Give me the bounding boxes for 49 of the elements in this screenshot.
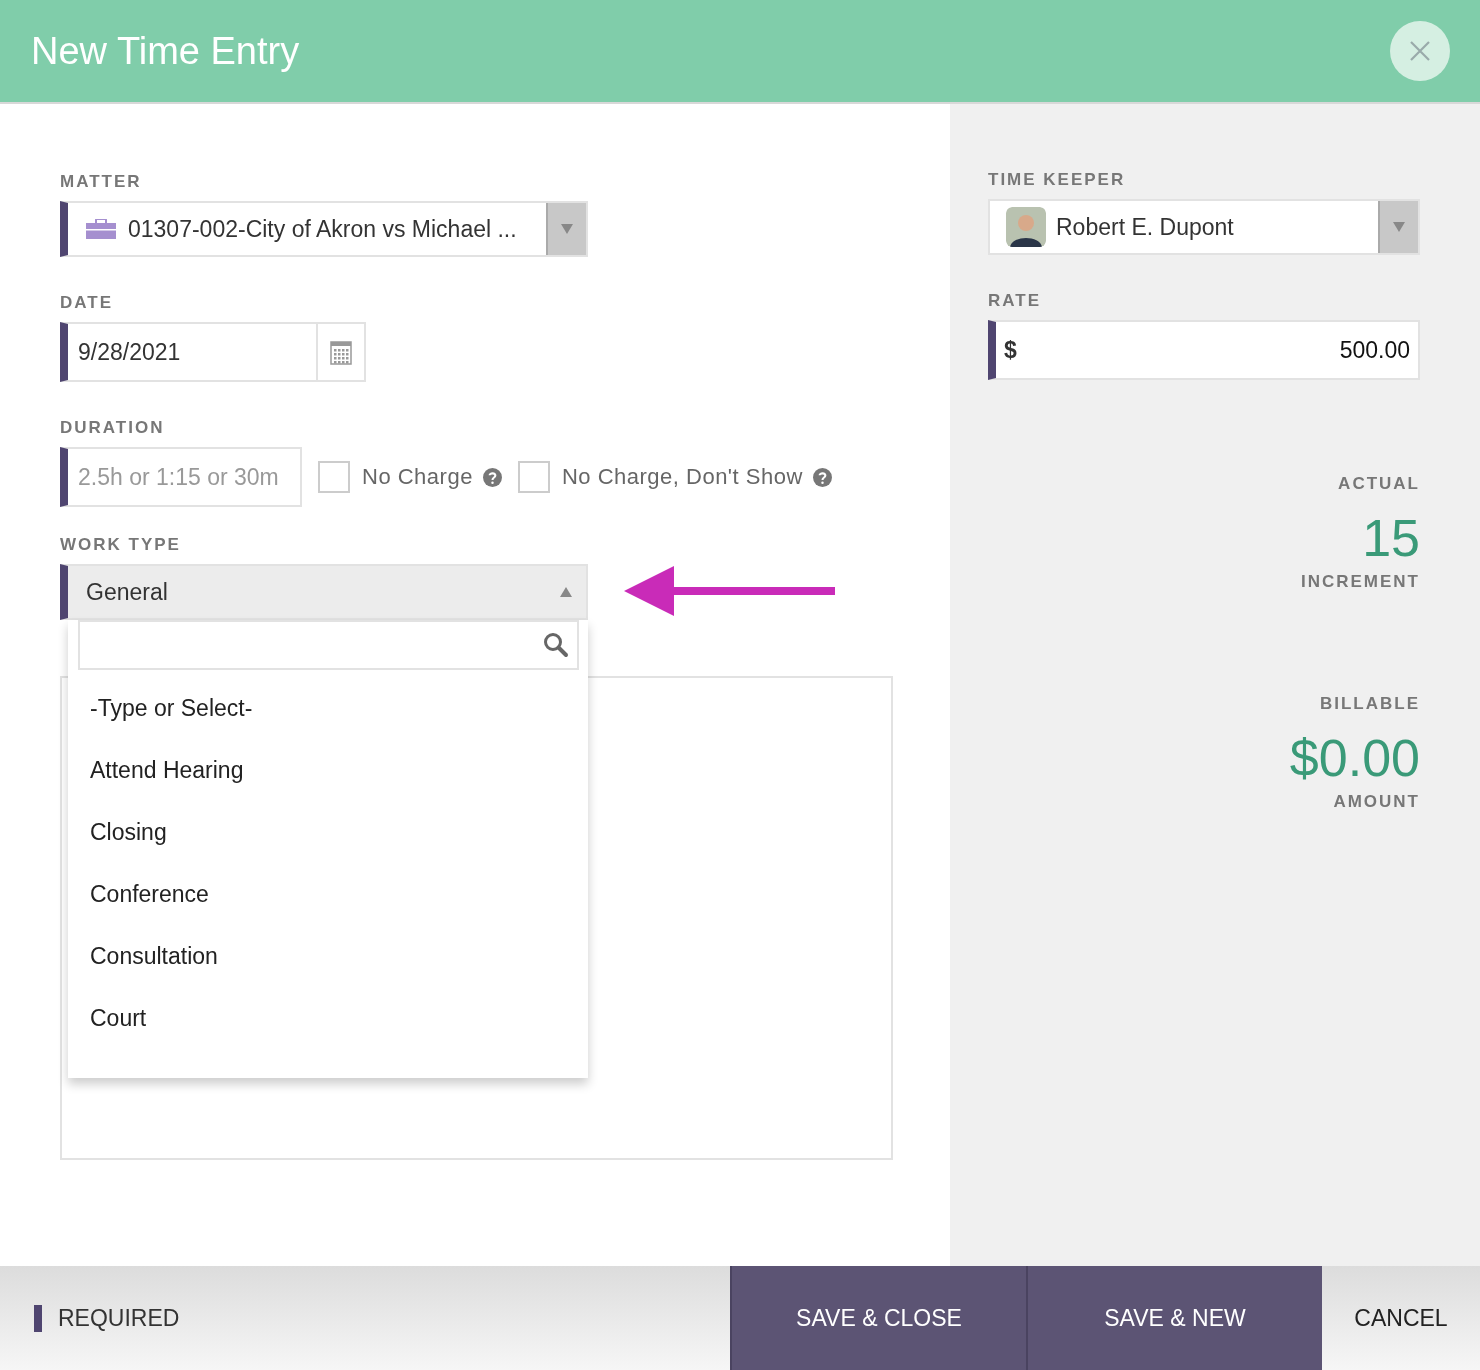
stat-caption: AMOUNT bbox=[1333, 792, 1420, 812]
required-note: REQUIRED bbox=[34, 1304, 180, 1332]
menu-option[interactable]: Court bbox=[68, 992, 588, 1054]
notes-field[interactable] bbox=[60, 676, 893, 1160]
currency-symbol: $ bbox=[1004, 336, 1017, 364]
caret-down-icon bbox=[561, 224, 573, 234]
save-button[interactable]: SAVE & NEW bbox=[1026, 1266, 1322, 1370]
menu-option[interactable]: Conference bbox=[68, 868, 588, 930]
save-button[interactable]: SAVE & CLOSE bbox=[730, 1266, 1026, 1370]
stat-label: BILLABLE bbox=[1319, 694, 1420, 714]
help-icon bbox=[812, 467, 832, 487]
field-label: MATTER bbox=[60, 172, 143, 192]
checkbox-label: No Charge bbox=[362, 464, 473, 490]
menu-option[interactable]: Attend Hearing bbox=[68, 744, 588, 806]
field-label: TIME KEEPER bbox=[988, 170, 1127, 190]
close-icon bbox=[1409, 40, 1431, 62]
field-label: DURATION bbox=[60, 418, 166, 438]
field-label: WORK TYPE bbox=[60, 535, 182, 555]
stat-value: $0.00 bbox=[1289, 732, 1420, 784]
caret-down-icon bbox=[1393, 222, 1405, 232]
calendar-button[interactable] bbox=[318, 322, 366, 382]
checkbox-label: No Charge, Don't Show bbox=[561, 464, 803, 490]
menu-option[interactable]: Closing bbox=[68, 806, 588, 868]
stat-label: ACTUAL bbox=[1338, 474, 1420, 494]
duration-field[interactable]: 2.5h or 1:15 or 30m bbox=[60, 447, 302, 507]
field-label: DATE bbox=[60, 293, 114, 313]
stat-caption: INCREMENT bbox=[1300, 572, 1420, 592]
menu-option[interactable]: -Type or Select- bbox=[68, 682, 588, 744]
cancel-button[interactable]: CANCEL bbox=[1322, 1266, 1480, 1370]
matter-select[interactable]: 01307-002-City of Akron vs Michael ... bbox=[60, 201, 588, 257]
search-icon bbox=[543, 632, 569, 658]
help-icon bbox=[482, 467, 502, 487]
date-field[interactable]: 9/28/2021 bbox=[60, 322, 318, 382]
time-keeper-select[interactable]: Robert E. Dupont bbox=[988, 199, 1420, 255]
dialog-title: New Time Entry bbox=[31, 29, 300, 73]
search-field[interactable] bbox=[78, 620, 579, 670]
rate-value: 500.00 bbox=[1339, 336, 1410, 364]
rate-field[interactable]: $ 500.00 bbox=[988, 320, 1420, 380]
avatar-icon bbox=[1006, 207, 1046, 247]
caret-up-icon bbox=[560, 587, 572, 597]
field-label: RATE bbox=[988, 291, 1042, 311]
calendar-icon bbox=[330, 339, 352, 365]
menu-option[interactable]: Consultation bbox=[68, 930, 588, 992]
checkbox[interactable] bbox=[517, 461, 550, 493]
work-type-select[interactable]: General bbox=[60, 564, 588, 620]
close-button[interactable] bbox=[1390, 21, 1450, 81]
stat-value: 15 bbox=[1362, 512, 1420, 564]
briefcase-icon bbox=[86, 219, 116, 239]
checkbox[interactable] bbox=[318, 461, 350, 493]
